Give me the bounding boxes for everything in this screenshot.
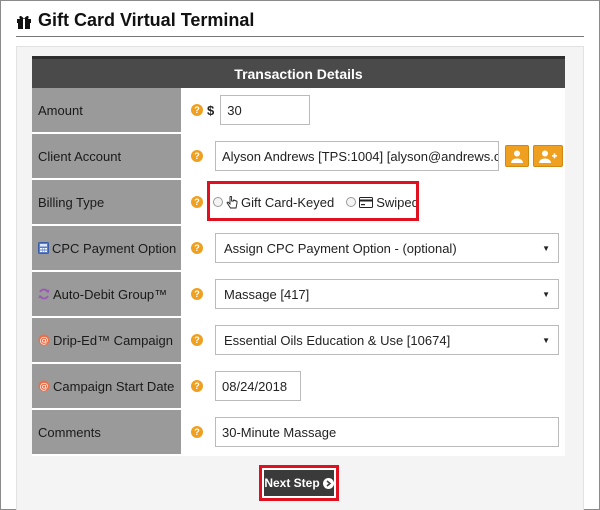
auto-debit-label-text: Auto-Debit Group™ (53, 286, 168, 302)
drip-ed-field-cell: ? Essential Oils Education & Use [10674]… (183, 318, 565, 362)
page-title-text: Gift Card Virtual Terminal (38, 10, 255, 30)
drip-ed-label-text: Drip-Ed™ Campaign (53, 332, 173, 348)
svg-text:@: @ (40, 382, 49, 392)
campaign-start-row: @ Campaign Start Date ? 08/24/2018 (32, 364, 565, 410)
amount-field-cell: ? $ 30 (183, 88, 565, 132)
cpc-payment-label-text: CPC Payment Option (52, 240, 177, 256)
client-account-field-cell: ? Alyson Andrews [TPS:1004] [alyson@andr… (183, 134, 565, 178)
auto-debit-label: Auto-Debit Group™ (32, 272, 183, 316)
currency-symbol: $ (207, 102, 215, 118)
refresh-icon (38, 288, 50, 300)
drip-ed-value: Essential Oils Education & Use [10674] (224, 332, 451, 348)
campaign-start-label-text: Campaign Start Date (53, 378, 175, 394)
user-icon[interactable] (505, 145, 529, 167)
amount-input[interactable]: 30 (220, 95, 311, 125)
at-icon: @ (38, 334, 50, 346)
billing-type-label-text: Billing Type (38, 194, 105, 210)
question-icon[interactable]: ? (191, 288, 203, 300)
chevron-down-icon: ▼ (542, 243, 550, 253)
auto-debit-value: Massage [417] (224, 286, 310, 302)
question-icon[interactable]: ? (191, 380, 203, 392)
comments-label-text: Comments (38, 424, 101, 440)
at-icon: @ (38, 380, 50, 392)
page-title: Gift Card Virtual Terminal (16, 10, 254, 31)
campaign-start-label: @ Campaign Start Date (32, 364, 183, 408)
cpc-payment-value: Assign CPC Payment Option - (optional) (224, 240, 457, 256)
comments-field-cell: ? 30-Minute Massage (183, 410, 565, 454)
client-account-label: Client Account (32, 134, 183, 178)
client-account-label-text: Client Account (38, 148, 122, 164)
campaign-start-field-cell: ? 08/24/2018 (183, 364, 565, 408)
cpc-payment-select[interactable]: Assign CPC Payment Option - (optional) ▼ (215, 233, 559, 263)
amount-row: Amount ? $ 30 (32, 88, 565, 134)
comments-label: Comments (32, 410, 183, 454)
calculator-icon (38, 242, 49, 254)
question-icon[interactable]: ? (191, 196, 203, 208)
title-divider (16, 36, 584, 37)
next-step-highlight: Next Step (259, 465, 339, 501)
amount-label: Amount (32, 88, 183, 132)
gift-icon (17, 15, 31, 29)
comments-row: Comments ? 30-Minute Massage (32, 410, 565, 456)
comments-input[interactable]: 30-Minute Massage (215, 417, 559, 447)
billing-type-highlight (207, 181, 419, 221)
question-icon[interactable]: ? (191, 334, 203, 346)
transaction-form: Transaction Details Amount ? $ 30 Client… (32, 56, 565, 456)
cpc-payment-row: CPC Payment Option ? Assign CPC Payment … (32, 226, 565, 272)
auto-debit-field-cell: ? Massage [417] ▼ (183, 272, 565, 316)
next-step-button[interactable]: Next Step (264, 470, 334, 496)
chevron-down-icon: ▼ (542, 335, 550, 345)
billing-type-label: Billing Type (32, 180, 183, 224)
auto-debit-row: Auto-Debit Group™ ? Massage [417] ▼ (32, 272, 565, 318)
cpc-payment-field-cell: ? Assign CPC Payment Option - (optional)… (183, 226, 565, 270)
question-icon[interactable]: ? (191, 104, 203, 116)
question-icon[interactable]: ? (191, 426, 203, 438)
question-icon[interactable]: ? (191, 150, 203, 162)
auto-debit-select[interactable]: Massage [417] ▼ (215, 279, 559, 309)
drip-ed-label: @ Drip-Ed™ Campaign (32, 318, 183, 362)
chevron-down-icon: ▼ (542, 289, 550, 299)
amount-label-text: Amount (38, 102, 83, 118)
campaign-start-date-input[interactable]: 08/24/2018 (215, 371, 301, 401)
question-icon[interactable]: ? (191, 242, 203, 254)
next-step-label: Next Step (264, 476, 320, 490)
table-header: Transaction Details (32, 56, 565, 88)
arrow-circle-right-icon (322, 477, 334, 489)
svg-text:@: @ (40, 336, 49, 346)
drip-ed-select[interactable]: Essential Oils Education & Use [10674] ▼ (215, 325, 559, 355)
client-account-input[interactable]: Alyson Andrews [TPS:1004] [alyson@andrew… (215, 141, 499, 171)
drip-ed-row: @ Drip-Ed™ Campaign ? Essential Oils Edu… (32, 318, 565, 364)
client-account-row: Client Account ? Alyson Andrews [TPS:100… (32, 134, 565, 180)
cpc-payment-label: CPC Payment Option (32, 226, 183, 270)
add-user-icon[interactable] (533, 145, 563, 167)
